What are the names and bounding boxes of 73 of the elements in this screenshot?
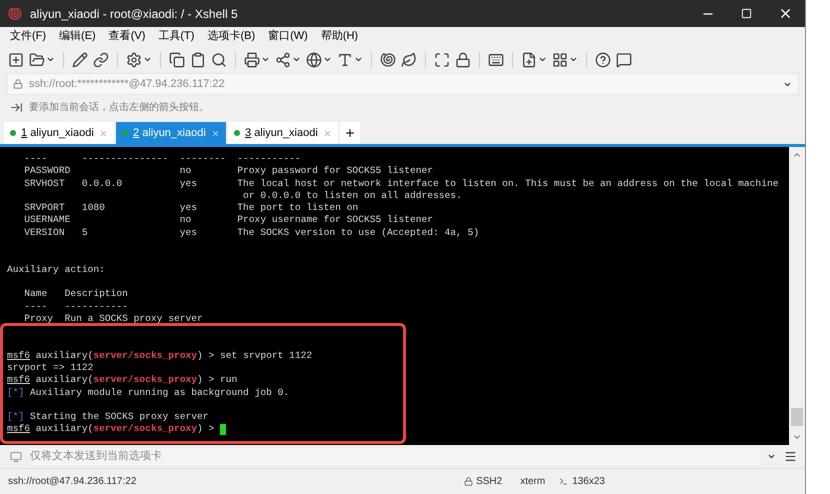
menu-item[interactable]: 选项卡(B) bbox=[207, 28, 256, 45]
caret-icon[interactable] bbox=[292, 55, 301, 64]
printer-icon[interactable] bbox=[244, 52, 260, 68]
add-file-icon[interactable] bbox=[521, 52, 537, 68]
caret-icon[interactable] bbox=[354, 55, 363, 64]
font-icon[interactable] bbox=[337, 52, 353, 68]
caret-icon[interactable] bbox=[569, 55, 578, 64]
status-term: xterm bbox=[520, 475, 546, 489]
folder-icon[interactable] bbox=[29, 52, 45, 68]
status-protocol: SSH2 bbox=[476, 475, 502, 489]
terminal-line: ---- --------------- -------- ----------- bbox=[23, 152, 301, 166]
terminal-line: [*] Auxiliary module running as background job 0. bbox=[7, 386, 290, 400]
menu-item[interactable]: 工具(T) bbox=[158, 28, 194, 45]
terminal-line: msf6 auxiliary(server/socks_proxy) > set srvport 1122 bbox=[7, 348, 312, 363]
lock-icon bbox=[13, 79, 23, 89]
chat-icon[interactable] bbox=[616, 52, 632, 68]
terminal-line: [*] Starting the SOCKS proxy server bbox=[7, 410, 209, 424]
pencil-icon[interactable] bbox=[72, 52, 88, 68]
lock-icon[interactable] bbox=[455, 52, 471, 68]
terminal-line: msf6 auxiliary(server/socks_proxy) > bbox=[7, 422, 216, 436]
compose-field[interactable]: 仅将文本发送到当前选项卡 bbox=[30, 448, 759, 465]
menu-item[interactable]: 查看(V) bbox=[108, 28, 146, 45]
menu-item[interactable]: 编辑(E) bbox=[59, 28, 96, 45]
layout-icon[interactable] bbox=[552, 52, 568, 68]
terminal-line: srvport => 1122 bbox=[7, 361, 94, 375]
close-tab-icon[interactable] bbox=[211, 128, 220, 138]
scroll-thumb[interactable] bbox=[791, 408, 803, 426]
caret-icon[interactable] bbox=[538, 55, 547, 64]
menu-item[interactable]: 文件(F) bbox=[10, 28, 46, 45]
session-tab[interactable]: 1 aliyun_xiaodi bbox=[4, 122, 114, 144]
session-tab[interactable]: 3 aliyun_xiaodi bbox=[228, 122, 338, 144]
caret-icon[interactable] bbox=[323, 55, 332, 64]
fullscreen-icon[interactable] bbox=[434, 52, 450, 68]
terminal-line: VERSION 5 yes The SOCKS version to use (Accepted: 4a, 5) bbox=[23, 226, 480, 240]
terminal-cursor bbox=[220, 424, 226, 436]
menu-item[interactable]: 窗口(W) bbox=[268, 28, 308, 45]
leaf-icon[interactable] bbox=[401, 52, 417, 68]
caret-icon[interactable] bbox=[767, 452, 776, 461]
hint-text: 要添加当前会话，点击左侧的箭头按钮。 bbox=[29, 100, 209, 114]
terminal-line: PASSWORD no Proxy password for SOCKS5 listener bbox=[23, 164, 434, 178]
globe-icon[interactable] bbox=[306, 52, 322, 68]
terminal-line: msf6 auxiliary(server/socks_proxy) > run bbox=[7, 373, 238, 388]
app-logo-icon bbox=[8, 6, 22, 20]
copy-icon[interactable] bbox=[169, 52, 185, 68]
arrow-icon[interactable] bbox=[10, 100, 23, 114]
terminal-line: USERNAME no Proxy username for SOCKS5 listener bbox=[23, 213, 434, 228]
terminal-line: ---- ----------- bbox=[23, 300, 128, 314]
clipboard-icon[interactable] bbox=[190, 52, 206, 68]
terminal-line: Name Description bbox=[23, 287, 128, 302]
terminal-line: SRVHOST 0.0.0.0 yes The local host or network interface to listen on. This must be an address on the local machine bbox=[23, 176, 778, 191]
link-icon[interactable] bbox=[93, 52, 109, 68]
menu-icon[interactable] bbox=[784, 450, 797, 463]
lock-icon bbox=[464, 477, 474, 486]
new-session-icon[interactable] bbox=[8, 52, 24, 68]
settings-icon[interactable] bbox=[126, 52, 142, 68]
menu-item[interactable]: 帮助(H) bbox=[320, 28, 358, 45]
help-icon[interactable] bbox=[595, 52, 611, 68]
search-icon[interactable] bbox=[211, 52, 227, 68]
status-size: 136x23 bbox=[572, 475, 605, 489]
caret-icon[interactable] bbox=[46, 55, 55, 64]
keyboard-icon[interactable] bbox=[488, 52, 504, 68]
status-connection: ssh://root@47.94.236.117:22 bbox=[8, 475, 138, 489]
caret-icon[interactable] bbox=[143, 55, 152, 64]
maximize-icon[interactable] bbox=[740, 8, 752, 19]
new-tab-icon[interactable] bbox=[344, 127, 356, 139]
terminal-line: or 0.0.0.0 to listen on all addresses. bbox=[242, 188, 462, 203]
terminal-line: Proxy Run a SOCKS proxy server bbox=[23, 312, 203, 326]
window-title: aliyun_xiaodi - root@xiaodi: / - Xshell 5 bbox=[30, 6, 239, 22]
caret-icon[interactable] bbox=[261, 55, 270, 64]
session-tab[interactable]: 2 aliyun_xiaodi bbox=[116, 122, 226, 144]
terminal-line: SRVPORT 1080 yes The port to listen on bbox=[23, 201, 358, 215]
terminal[interactable] bbox=[0, 147, 789, 445]
terminal-line: Auxiliary action: bbox=[7, 262, 105, 277]
